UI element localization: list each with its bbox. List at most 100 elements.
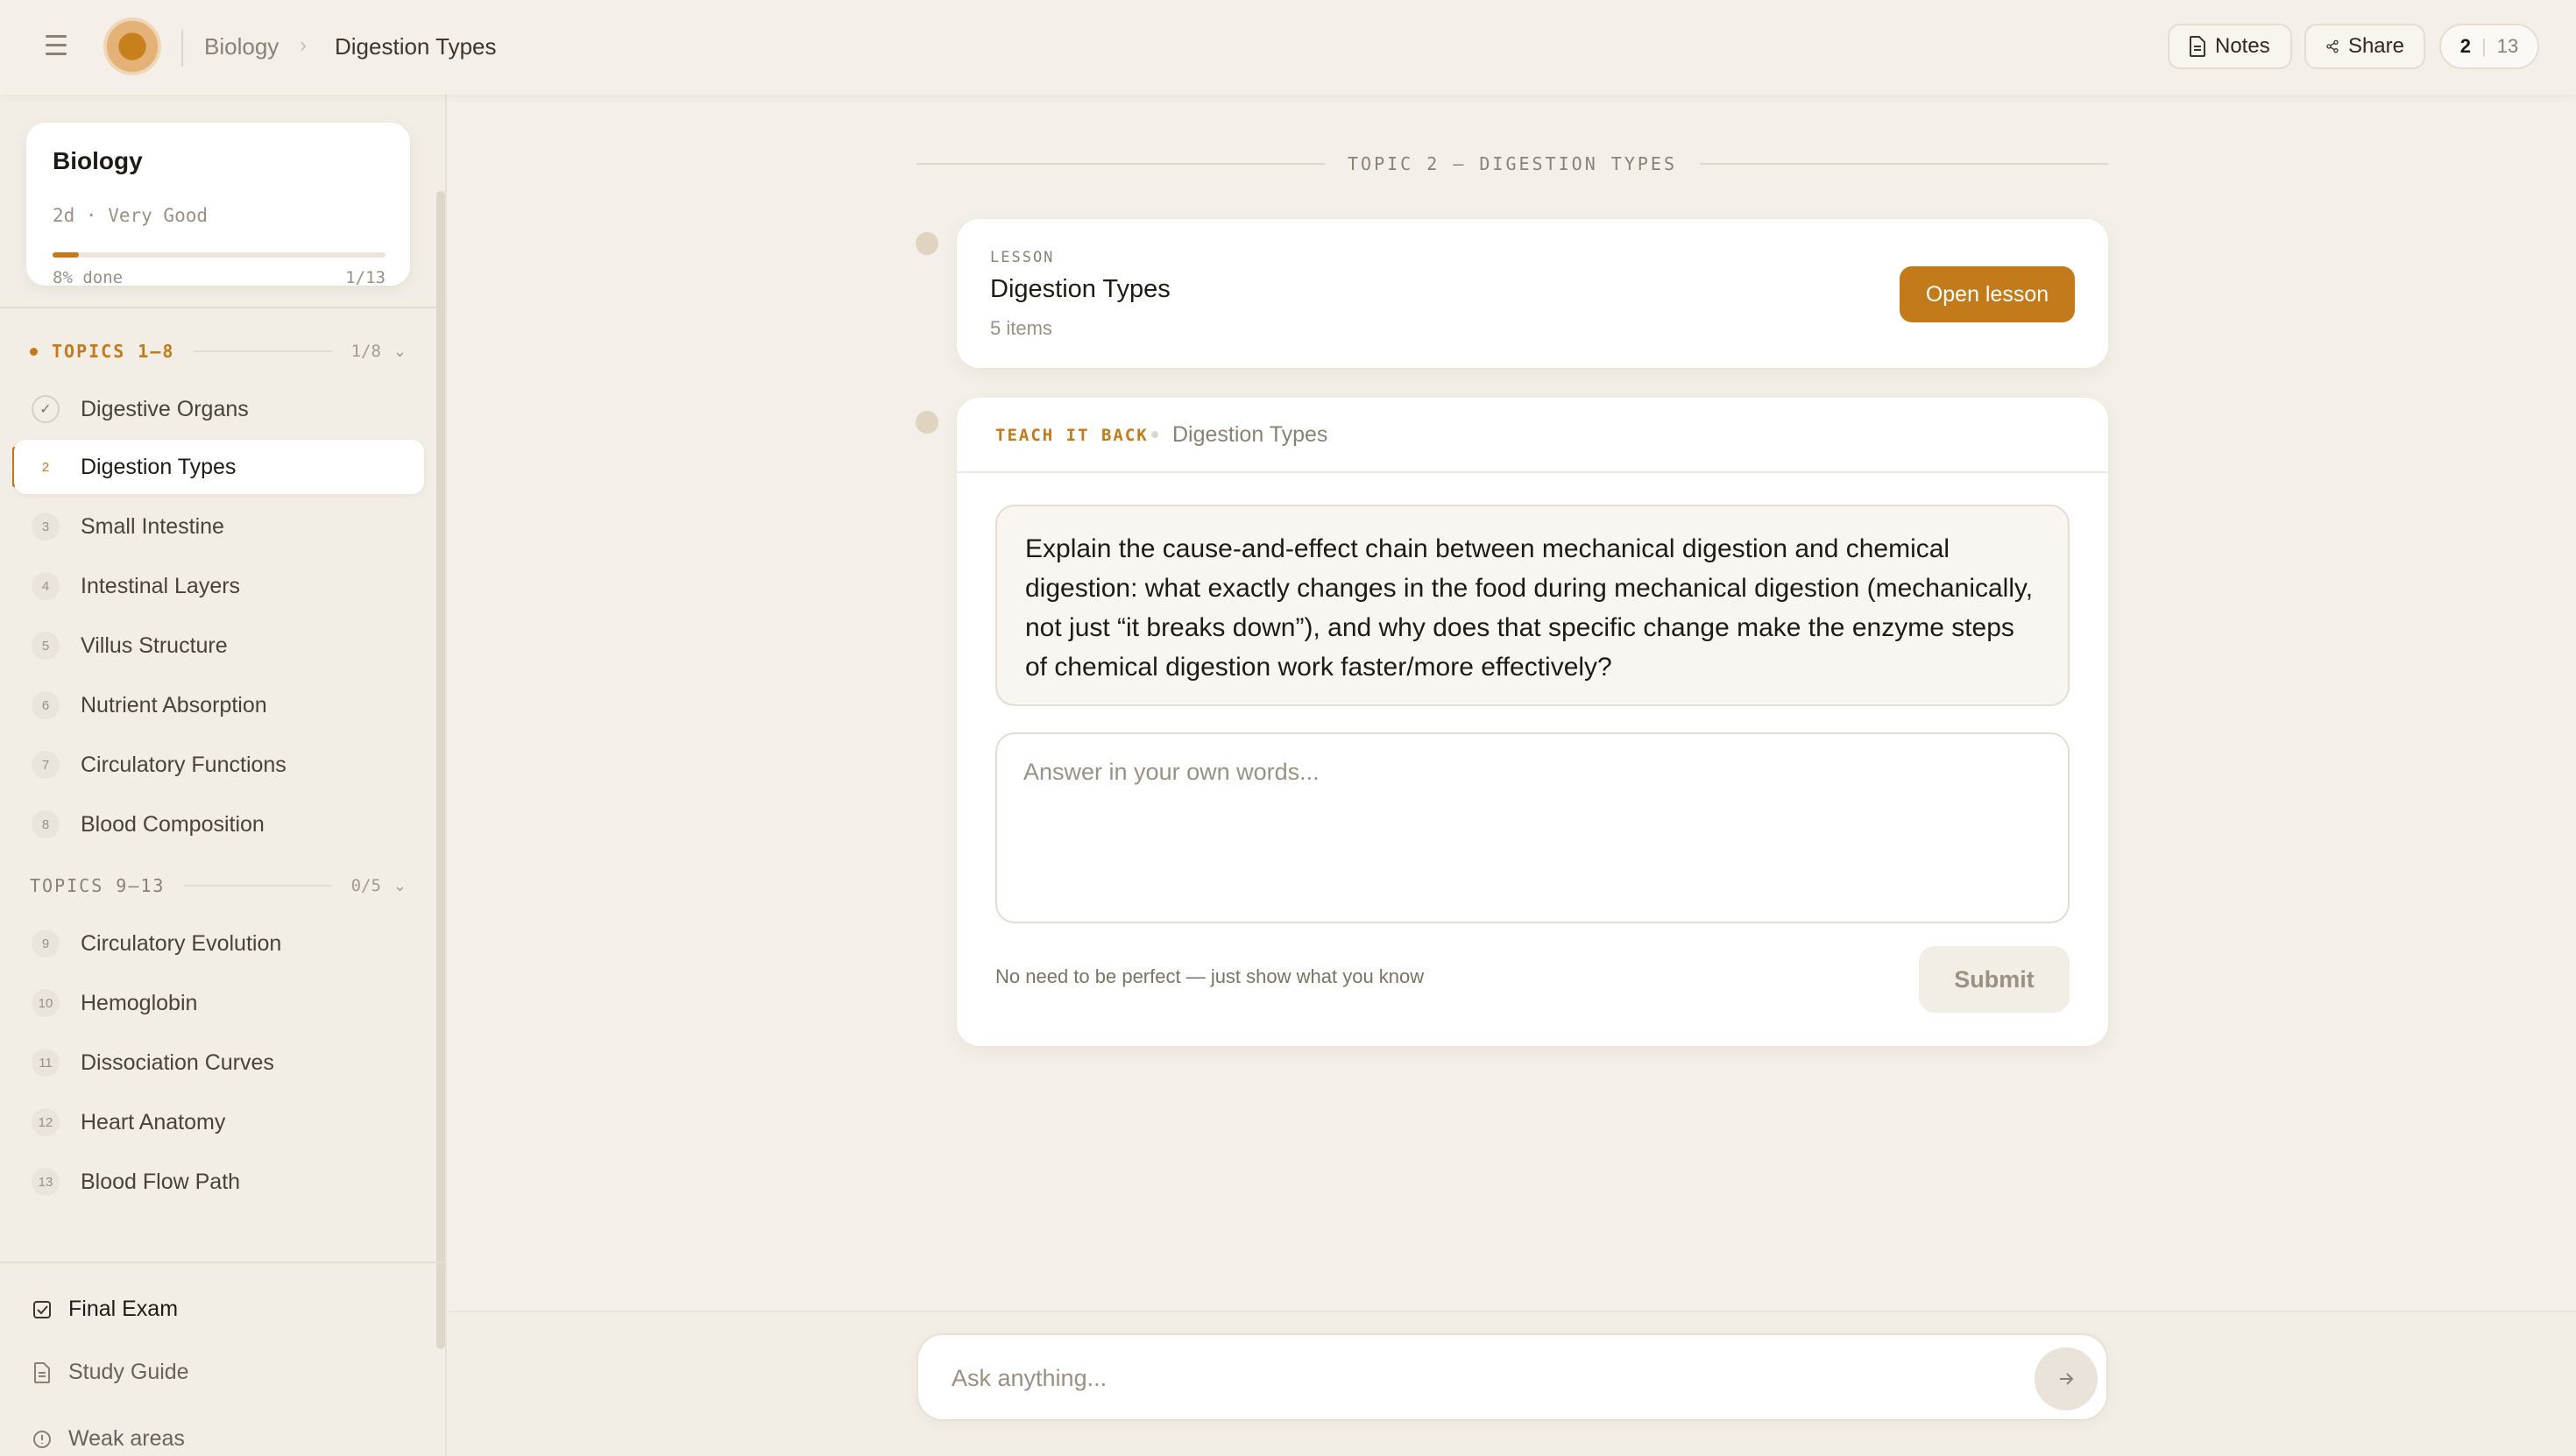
sidebar-item-blood-composition[interactable]: 8 Blood Composition	[14, 797, 424, 852]
topic-label: Small Intestine	[81, 513, 224, 539]
share-icon	[2326, 39, 2339, 53]
ask-bar	[916, 1333, 2108, 1421]
menu-icon[interactable]	[46, 35, 72, 60]
topic-label: Digestion Types	[81, 454, 237, 479]
section-rule-left	[916, 163, 1325, 165]
notes-button[interactable]: Notes	[2168, 24, 2292, 69]
sidebar-item-intestinal-layers[interactable]: 4 Intestinal Layers	[14, 559, 424, 613]
weak-areas-link[interactable]: Weak areas	[32, 1426, 185, 1452]
check-icon: ✓	[32, 395, 60, 423]
final-exam-link[interactable]: Final Exam	[32, 1297, 178, 1322]
topic-label: Heart Anatomy	[81, 1109, 226, 1134]
sidebar-item-hemoglobin[interactable]: 10 Hemoglobin	[14, 976, 424, 1030]
study-guide-link[interactable]: Study Guide	[32, 1360, 189, 1385]
open-lesson-button[interactable]: Open lesson	[1900, 266, 2075, 322]
course-progress-fill	[53, 252, 80, 258]
topic-label: Circulatory Functions	[81, 752, 287, 777]
document-icon	[2190, 36, 2205, 57]
course-card[interactable]: Biology 2d · Very Good 8% done 1/13	[26, 123, 410, 287]
counter-current: 2	[2459, 35, 2472, 57]
sidebar-item-digestion-types[interactable]: 2 Digestion Types	[14, 440, 424, 494]
sidebar-divider	[0, 307, 438, 308]
topic-number: 7	[32, 751, 60, 779]
question-text: Explain the cause-and-effect chain betwe…	[995, 505, 2070, 706]
topic-label: Villus Structure	[81, 633, 228, 658]
sidebar-item-digestive-organs[interactable]: ✓ Digestive Organs	[14, 382, 424, 436]
sidebar-item-heart-anatomy[interactable]: 12 Heart Anatomy	[14, 1095, 424, 1149]
teach-kicker: TEACH IT BACK	[995, 426, 1149, 445]
course-count-label: 1/13	[345, 268, 386, 287]
group-active-dot	[30, 347, 38, 356]
send-arrow-icon[interactable]	[2035, 1347, 2098, 1410]
topic-label: Intestinal Layers	[81, 573, 241, 598]
sidebar-item-small-intestine[interactable]: 3 Small Intestine	[14, 499, 424, 554]
timeline-dot	[916, 232, 938, 255]
section-rule-right	[1700, 163, 2108, 165]
sidebar-item-circulatory-functions[interactable]: 7 Circulatory Functions	[14, 738, 424, 792]
teach-header: TEACH IT BACK Digestion Types	[957, 398, 2108, 473]
group-title: TOPICS 9–13	[30, 875, 166, 896]
topic-label: Digestive Organs	[81, 396, 249, 421]
topic-number: 5	[32, 632, 60, 660]
checkbox-icon	[32, 1299, 53, 1320]
chevron-down-icon: ⌄	[393, 342, 407, 360]
study-guide-label: Study Guide	[68, 1360, 189, 1384]
separator-dot	[1151, 431, 1158, 438]
topic-label: Circulatory Evolution	[81, 930, 282, 956]
share-button[interactable]: Share	[2304, 24, 2425, 69]
app-logo[interactable]	[103, 18, 161, 75]
topic-label: Dissociation Curves	[81, 1050, 274, 1075]
top-bar: Biology › Digestion Types Notes Share 2 …	[0, 0, 2576, 95]
sidebar-item-blood-flow-path[interactable]: 13 Blood Flow Path	[14, 1155, 424, 1209]
topic-number: 2	[41, 459, 50, 475]
course-progress-bar	[53, 252, 386, 258]
topic-number: 8	[32, 810, 60, 838]
topic-label: Hemoglobin	[81, 990, 198, 1015]
breadcrumb-current: Digestion Types	[335, 33, 497, 60]
topic-number: 9	[32, 929, 60, 958]
group-count: 1/8	[350, 342, 381, 361]
teach-it-back-card: TEACH IT BACK Digestion Types Explain th…	[957, 398, 2108, 1046]
group-rule	[194, 350, 332, 352]
topic-number: 11	[32, 1049, 60, 1077]
topic-number: 3	[32, 512, 60, 541]
topic-number: 13	[32, 1168, 60, 1196]
weak-areas-label: Weak areas	[68, 1426, 185, 1451]
course-done-label: 8% done	[53, 268, 124, 287]
section-title: TOPIC 2 — DIGESTION TYPES	[1347, 153, 1678, 174]
header-divider	[181, 30, 183, 67]
sidebar-scrollbar[interactable]	[436, 191, 445, 1349]
share-label: Share	[2347, 34, 2404, 58]
answer-input[interactable]	[995, 732, 2070, 923]
sidebar-item-dissociation-curves[interactable]: 11 Dissociation Curves	[14, 1035, 424, 1090]
topic-group-2-header[interactable]: TOPICS 9–13 0/5 ⌄	[30, 873, 407, 899]
sidebar-item-nutrient-absorption[interactable]: 6 Nutrient Absorption	[14, 678, 424, 732]
topic-label: Blood Flow Path	[81, 1169, 241, 1194]
sidebar-footer-divider	[0, 1262, 445, 1263]
submit-button[interactable]: Submit	[1919, 946, 2070, 1013]
document-icon	[32, 1361, 53, 1383]
lesson-card: LESSON Digestion Types 5 items Open less…	[957, 219, 2108, 368]
course-title: Biology	[53, 147, 143, 174]
topic-counter: 2 | 13	[2439, 24, 2539, 69]
answer-hint: No need to be perfect — just show what y…	[995, 965, 1425, 987]
ask-input[interactable]	[952, 1356, 2003, 1400]
section-header: TOPIC 2 — DIGESTION TYPES	[916, 151, 2108, 177]
topic-label: Nutrient Absorption	[81, 692, 267, 717]
chevron-down-icon: ⌄	[393, 876, 407, 894]
counter-separator: |	[2481, 35, 2487, 57]
sidebar-item-circulatory-evolution[interactable]: 9 Circulatory Evolution	[14, 916, 424, 971]
lesson-item-count: 5 items	[990, 317, 1052, 339]
lesson-kicker: LESSON	[990, 249, 1055, 266]
counter-total: 13	[2496, 35, 2519, 57]
topic-number: 10	[32, 989, 60, 1017]
topic-number: 4	[32, 572, 60, 600]
sidebar-item-villus-structure[interactable]: 5 Villus Structure	[14, 618, 424, 673]
topic-number: 6	[32, 691, 60, 719]
group-count: 0/5	[350, 876, 381, 895]
breadcrumb-root[interactable]: Biology	[204, 33, 279, 60]
teach-topic: Digestion Types	[1172, 422, 1328, 447]
topic-number: 12	[32, 1108, 60, 1136]
lesson-title: Digestion Types	[990, 275, 1171, 303]
topic-group-1-header[interactable]: TOPICS 1–8 1/8 ⌄	[30, 338, 407, 364]
